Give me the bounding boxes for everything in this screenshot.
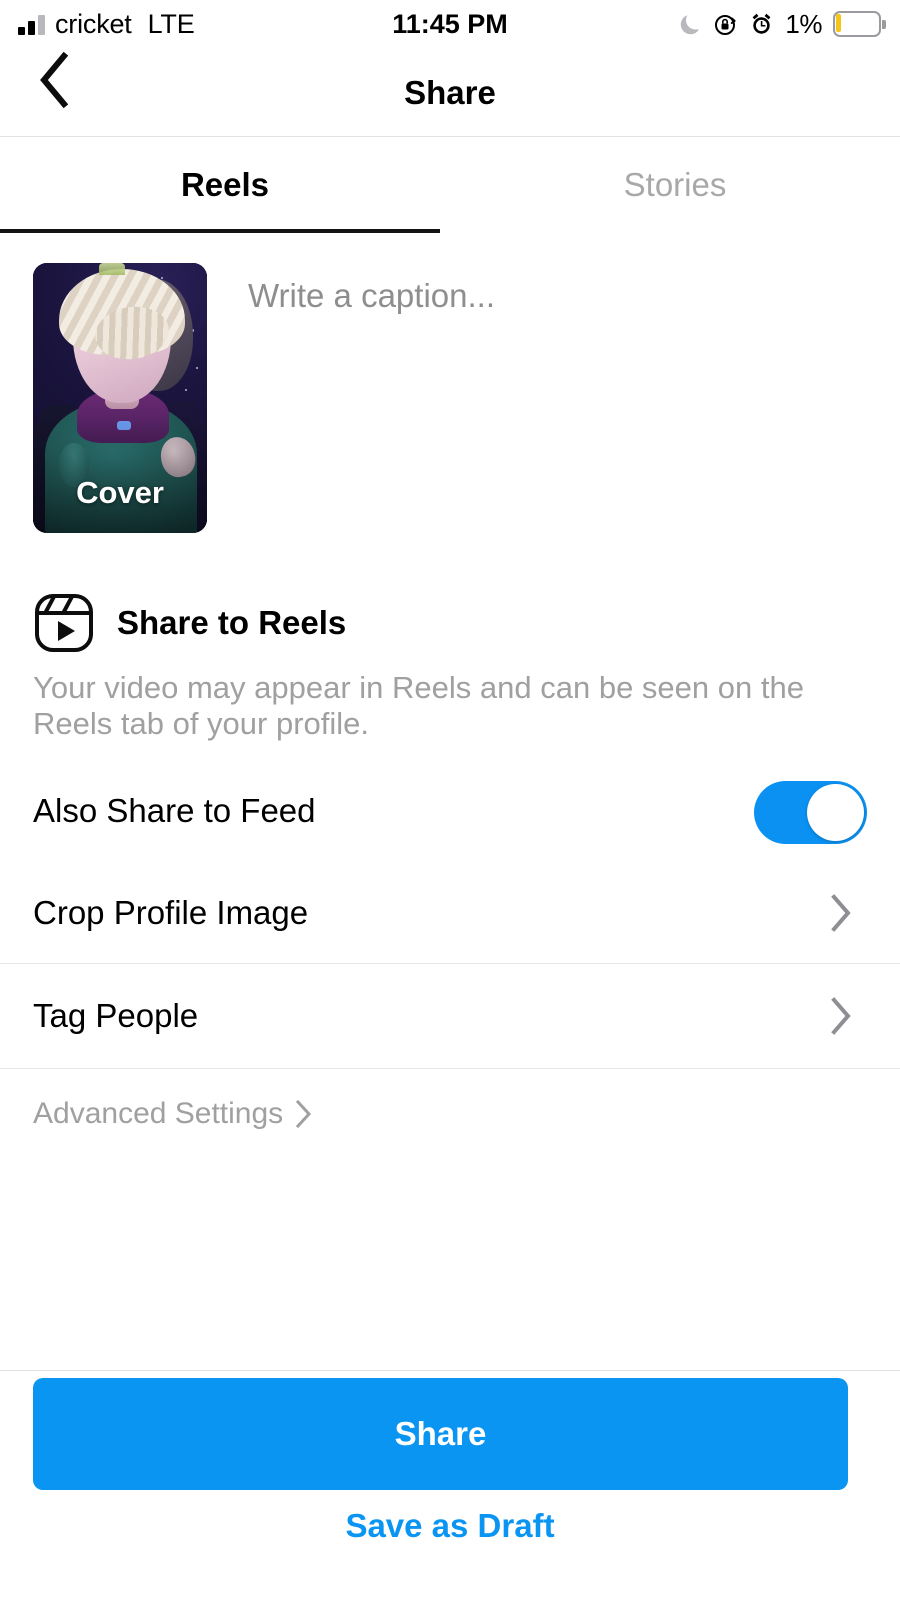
share-button-label: Share — [394, 1415, 487, 1452]
chevron-right-icon — [830, 997, 852, 1035]
battery-percent: 1% — [785, 8, 822, 39]
row-crop-profile-image[interactable]: Crop Profile Image — [0, 862, 900, 964]
nav-bar: Share — [0, 48, 900, 137]
footer-divider — [0, 1370, 900, 1371]
advanced-settings-link[interactable]: Advanced Settings — [33, 1094, 313, 1134]
also-share-to-feed-toggle[interactable] — [754, 781, 867, 844]
status-bar: cricket LTE 11:45 PM 1% — [0, 0, 900, 48]
tag-people-label: Tag People — [33, 997, 199, 1034]
share-button[interactable]: Share — [33, 1378, 848, 1490]
share-target-tabs: Reels Stories — [0, 137, 900, 232]
moon-icon — [680, 12, 702, 36]
chevron-left-icon — [36, 52, 72, 108]
cover-label: Cover — [76, 475, 164, 510]
also-share-to-feed-label: Also Share to Feed — [33, 792, 316, 829]
reels-icon — [33, 592, 95, 654]
share-to-reels-header: Share to Reels — [33, 592, 346, 654]
page-title: Share — [404, 73, 496, 111]
section-divider — [0, 1068, 900, 1069]
share-to-reels-title: Share to Reels — [117, 604, 347, 641]
status-bar-right: 1% — [680, 0, 886, 48]
active-tab-indicator — [0, 229, 440, 233]
tab-stories[interactable]: Stories — [450, 137, 900, 232]
alarm-icon — [749, 11, 774, 37]
chevron-right-icon — [295, 1099, 313, 1129]
video-cover-thumbnail[interactable]: Cover — [33, 263, 207, 533]
save-as-draft-button[interactable]: Save as Draft — [0, 1498, 900, 1554]
toggle-knob — [807, 784, 864, 841]
app-screen: cricket LTE 11:45 PM 1% Share Reels Stor… — [0, 0, 900, 1600]
row-tag-people[interactable]: Tag People — [0, 965, 900, 1067]
status-bar-clock: 11:45 PM — [392, 8, 508, 39]
share-to-reels-description: Your video may appear in Reels and can b… — [33, 670, 804, 742]
caption-input[interactable]: Write a caption... — [248, 277, 848, 315]
battery-icon — [833, 11, 886, 37]
tab-reels[interactable]: Reels — [0, 137, 450, 232]
rotation-lock-icon — [713, 12, 738, 37]
save-as-draft-label: Save as Draft — [345, 1507, 555, 1544]
advanced-settings-label: Advanced Settings — [33, 1097, 284, 1130]
crop-profile-image-label: Crop Profile Image — [33, 894, 309, 931]
chevron-right-icon — [830, 894, 852, 932]
back-button[interactable] — [22, 48, 86, 112]
